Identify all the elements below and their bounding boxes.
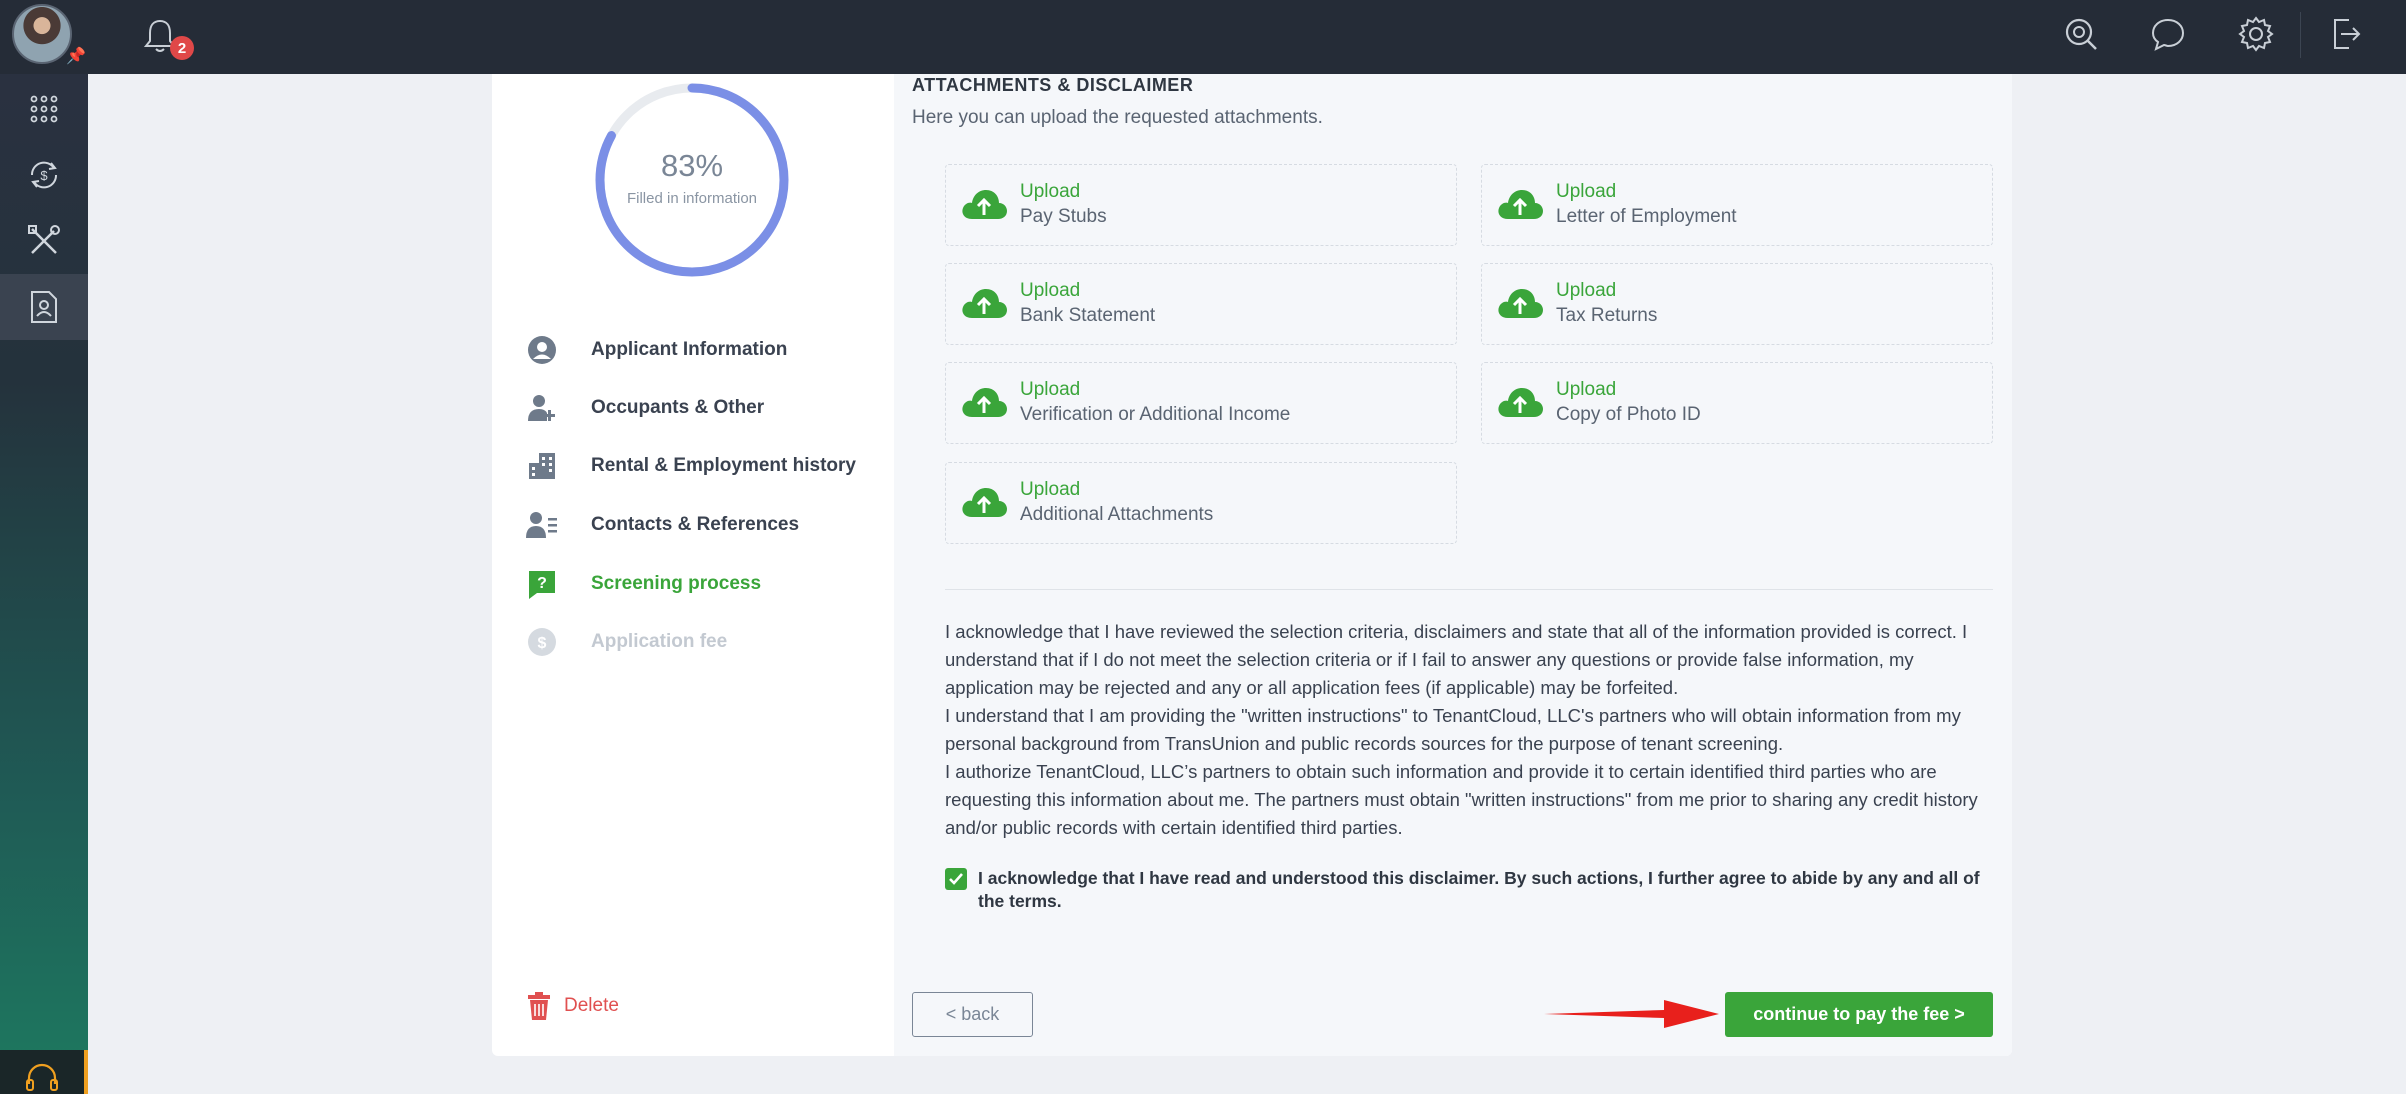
upload-bank-statement[interactable]: Upload Bank Statement <box>945 263 1457 345</box>
user-circle-icon <box>524 332 560 368</box>
cloud-upload-icon <box>1498 388 1543 417</box>
svg-text:$: $ <box>40 168 48 183</box>
pin-icon: 📌 <box>66 48 86 65</box>
step-applicant-information[interactable]: Applicant Information <box>524 330 864 370</box>
headset-icon[interactable] <box>24 1062 60 1094</box>
disclaimer-paragraph: I understand that I am providing the "wr… <box>945 705 1961 754</box>
step-label: Contacts & References <box>591 514 800 535</box>
top-bar: 📌 2 <box>0 0 2406 74</box>
logout-icon[interactable] <box>2325 14 2365 54</box>
contacts-icon <box>524 507 560 543</box>
checkmark-icon <box>949 873 963 885</box>
step-occupants-other[interactable]: Occupants & Other <box>524 388 864 428</box>
upload-copy-of-photo-id[interactable]: Upload Copy of Photo ID <box>1481 362 1993 444</box>
step-label: Application fee <box>591 631 728 652</box>
cloud-upload-icon <box>1498 289 1543 318</box>
support-accent <box>84 1050 88 1094</box>
upload-tax-returns[interactable]: Upload Tax Returns <box>1481 263 1993 345</box>
upload-label: Upload <box>1556 379 1617 400</box>
attachment-name: Copy of Photo ID <box>1556 404 1701 425</box>
upload-label: Upload <box>1020 280 1081 301</box>
upload-label: Upload <box>1020 181 1081 202</box>
chat-icon[interactable] <box>2148 14 2188 54</box>
topbar-divider <box>2300 12 2301 58</box>
disclaimer-paragraph: I acknowledge that I have reviewed the s… <box>945 621 1968 698</box>
tools-icon[interactable] <box>0 208 88 274</box>
upload-label: Upload <box>1020 379 1081 400</box>
step-label: Screening process <box>591 573 762 594</box>
delete-label: Delete <box>564 995 619 1016</box>
step-contacts-references[interactable]: Contacts & References <box>524 505 864 545</box>
attachment-name: Bank Statement <box>1020 305 1156 326</box>
agree-label: I acknowledge that I have read and under… <box>978 868 1980 911</box>
cloud-upload-icon <box>962 289 1007 318</box>
notification-badge: 2 <box>170 36 194 60</box>
step-screening-process[interactable]: ? Screening process <box>524 564 864 604</box>
apps-grid-icon[interactable] <box>0 76 88 142</box>
avatar[interactable] <box>12 4 72 64</box>
section-subtitle: Here you can upload the requested attach… <box>912 107 1323 128</box>
attachment-name: Pay Stubs <box>1020 206 1107 227</box>
upload-label: Upload <box>1556 280 1617 301</box>
step-rental-employment-history[interactable]: Rental & Employment history <box>524 446 864 486</box>
upload-verification-income[interactable]: Upload Verification or Additional Income <box>945 362 1457 444</box>
section-title: ATTACHMENTS & DISCLAIMER <box>912 75 1194 95</box>
upload-additional-attachments[interactable]: Upload Additional Attachments <box>945 462 1457 544</box>
upload-label: Upload <box>1556 181 1617 202</box>
step-label: Applicant Information <box>591 339 788 360</box>
user-plus-icon <box>524 390 560 426</box>
gear-icon[interactable] <box>2236 14 2276 54</box>
step-label: Rental & Employment history <box>591 455 856 476</box>
progress-caption: Filled in information <box>626 190 758 207</box>
disclaimer-text: I acknowledge that I have reviewed the s… <box>945 618 1995 842</box>
question-flag-icon: ? <box>524 566 560 602</box>
svg-text:?: ? <box>537 575 547 592</box>
upload-letter-of-employment[interactable]: Upload Letter of Employment <box>1481 164 1993 246</box>
upload-pay-stubs[interactable]: Upload Pay Stubs <box>945 164 1457 246</box>
trash-icon <box>528 992 550 1020</box>
attachment-name: Verification or Additional Income <box>1020 404 1291 425</box>
money-cycle-icon[interactable]: $ <box>0 142 88 208</box>
cloud-upload-icon <box>1498 190 1543 219</box>
cloud-upload-icon <box>962 190 1007 219</box>
attachment-name: Additional Attachments <box>1020 504 1214 525</box>
left-rail: $ <box>0 74 88 1094</box>
delete-button[interactable]: Delete <box>526 992 619 1020</box>
upload-label: Upload <box>1020 479 1081 500</box>
attachment-name: Tax Returns <box>1556 305 1658 326</box>
attachment-name: Letter of Employment <box>1556 206 1737 227</box>
disclaimer-paragraph: I authorize TenantCloud, LLC’s partners … <box>945 761 1978 838</box>
svg-text:$: $ <box>538 635 547 652</box>
step-label: Occupants & Other <box>591 397 765 418</box>
section-divider <box>945 589 1993 590</box>
search-icon[interactable] <box>2061 14 2101 54</box>
cloud-upload-icon <box>962 388 1007 417</box>
building-icon <box>524 448 560 484</box>
profile-document-icon[interactable] <box>0 274 88 340</box>
red-arrow-annotation <box>1544 1000 1719 1028</box>
support-area <box>0 1050 88 1094</box>
continue-pay-fee-button[interactable]: continue to pay the fee > <box>1725 992 1993 1037</box>
back-button[interactable]: < back <box>912 992 1033 1037</box>
progress-percent: 83% <box>660 148 724 183</box>
dollar-circle-icon: $ <box>524 624 560 660</box>
step-application-fee[interactable]: $ Application fee <box>524 622 864 662</box>
agree-checkbox[interactable] <box>945 868 967 890</box>
cloud-upload-icon <box>962 488 1007 517</box>
